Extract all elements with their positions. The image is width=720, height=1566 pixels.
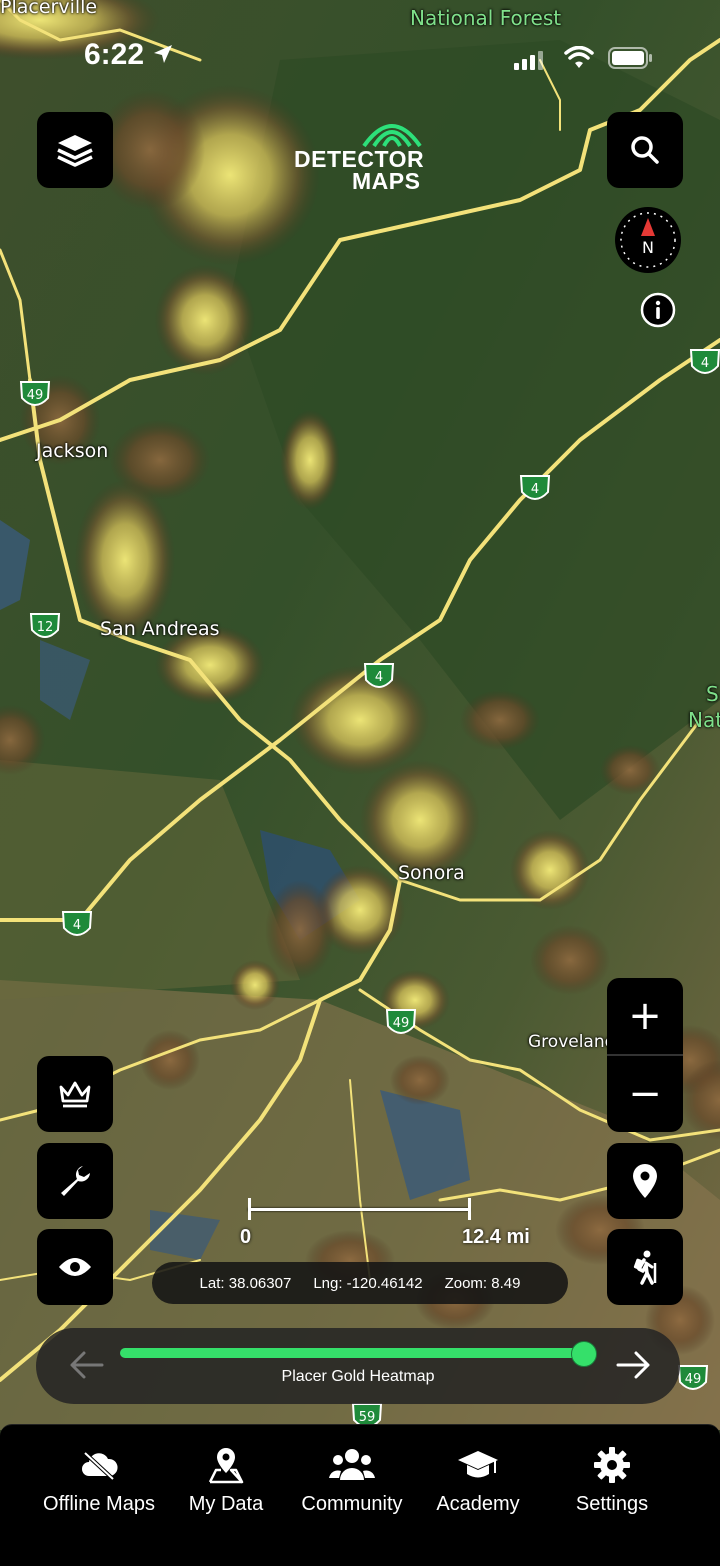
highway-shield-4: 4 [363,663,395,688]
latitude-text: Lat: 38.06307 [199,1274,292,1292]
tab-my-data[interactable]: My Data [156,1443,296,1515]
layers-button[interactable] [37,112,113,188]
highway-shield-49: 49 [19,381,51,406]
highway-shield-4: 4 [689,349,720,374]
info-button[interactable] [640,292,676,328]
layer-slider-panel: Placer Gold Heatmap [36,1328,680,1404]
place-label-san-andreas: San Andreas [100,618,220,640]
place-label-groveland: Groveland [528,1032,616,1052]
place-label-jackson: Jackson [36,440,109,462]
svg-text:4: 4 [73,918,81,933]
tab-label: My Data [188,1493,264,1515]
status-time: 6:22 [84,38,174,72]
svg-text:49: 49 [27,388,44,403]
hiker-icon [633,1250,657,1285]
users-icon [329,1449,375,1480]
tab-label: Settings [575,1493,649,1515]
svg-text:49: 49 [393,1016,410,1031]
map-pin-icon [633,1164,657,1198]
tab-label: Community [301,1493,403,1515]
place-label-s-edge: S [706,682,719,706]
crown-icon [59,1081,91,1108]
signal-waves-icon [362,124,422,148]
premium-button[interactable] [37,1056,113,1132]
search-button[interactable] [607,112,683,188]
longitude-text: Lng: -120.46142 [313,1274,423,1292]
compass-icon: N [615,207,681,273]
eye-icon [59,1258,91,1276]
graduation-cap-icon [458,1451,498,1478]
tab-offline-maps[interactable]: Offline Maps [29,1443,169,1515]
location-arrow-icon [154,45,173,63]
svg-text:4: 4 [701,356,709,371]
highway-shield-12: 12 [29,613,61,638]
highway-shield-49: 49 [677,1365,709,1390]
tab-label: Offline Maps [43,1493,155,1515]
zoom-out-button[interactable]: − [607,1056,683,1132]
place-label-sonora: Sonora [398,862,465,884]
cloud-off-icon [82,1451,118,1481]
layers-icon [57,135,93,167]
svg-text:12: 12 [37,620,54,635]
tab-settings[interactable]: Settings [542,1443,682,1515]
hiking-track-button[interactable] [607,1229,683,1305]
wifi-icon [564,46,594,68]
svg-text:N: N [642,238,654,257]
search-icon [631,136,659,164]
logo-text-maps: MAPS [352,168,421,194]
tab-academy[interactable]: Academy [408,1443,548,1515]
layer-name: Placer Gold Heatmap [281,1368,435,1385]
tab-community[interactable]: Community [282,1443,422,1515]
highway-shield-49: 49 [385,1009,417,1034]
place-label-nat-edge: Nat [688,708,720,732]
layer-opacity-track[interactable] [120,1348,586,1358]
scale-label-end: 12.4 mi [462,1226,530,1248]
svg-text:4: 4 [375,670,383,685]
coordinates-readout: Lat: 38.06307 Lng: -120.46142 Zoom: 8.49 [152,1262,568,1304]
highway-shield-4: 4 [61,911,93,936]
compass-button[interactable]: N [614,206,682,274]
wrench-icon [61,1166,90,1196]
zoom-controls: + − [607,978,683,1132]
svg-text:49: 49 [685,1372,702,1387]
gear-icon [594,1447,630,1483]
zoom-level-text: Zoom: 8.49 [444,1274,521,1292]
scale-label-start: 0 [240,1226,252,1248]
highway-shield-4: 4 [519,475,551,500]
tools-button[interactable] [37,1143,113,1219]
battery-icon [608,47,652,69]
tab-label: Academy [436,1493,520,1515]
status-bar: 6:22 [0,0,720,71]
zoom-in-button[interactable]: + [607,978,683,1054]
detector-maps-logo: DETECTOR MAPS [288,108,438,194]
cellular-signal-icon [514,51,543,70]
next-layer-arrow-icon[interactable] [614,1346,652,1384]
visibility-button[interactable] [37,1229,113,1305]
layer-opacity-thumb[interactable] [571,1341,597,1367]
svg-text:4: 4 [531,482,539,497]
my-location-button[interactable] [607,1143,683,1219]
bottom-tab-bar: Offline Maps My Data Community Academy S… [0,1424,720,1566]
map-scale-bar [248,1198,472,1222]
svg-text:59: 59 [359,1410,376,1425]
info-icon [640,292,676,328]
map-pin-icon [208,1448,244,1484]
